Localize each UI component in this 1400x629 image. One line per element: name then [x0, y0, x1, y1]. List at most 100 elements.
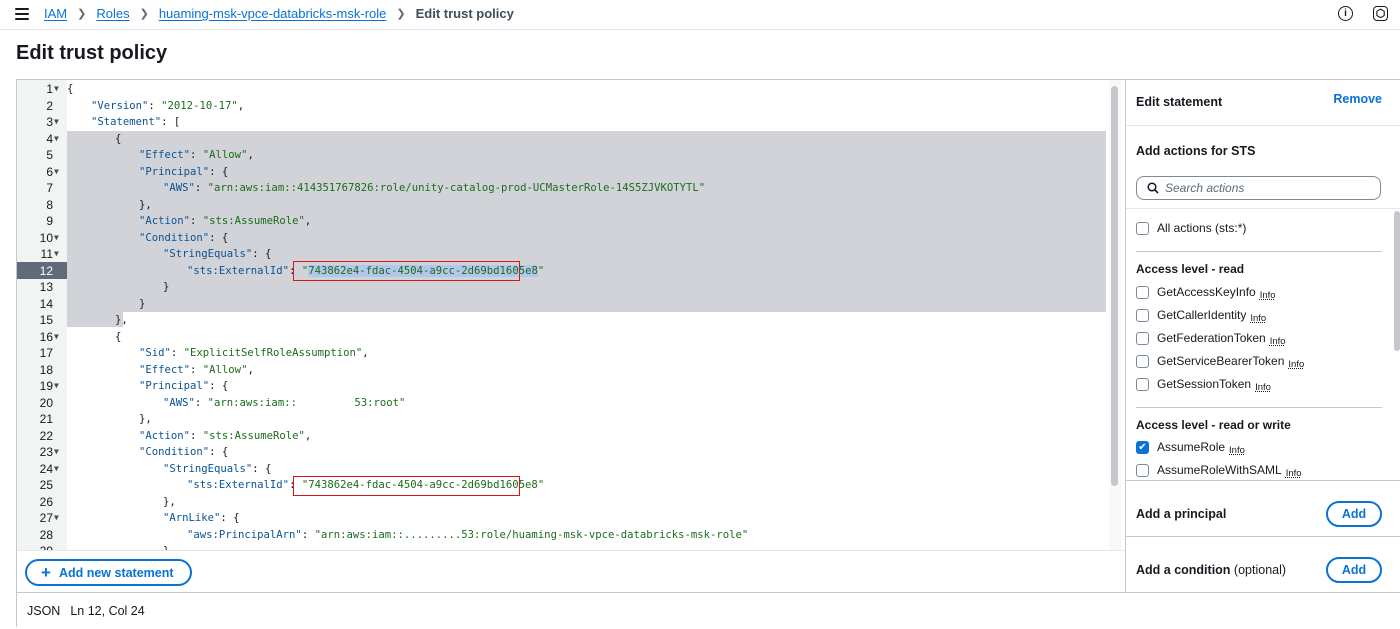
action-label: GetSessionToken	[1157, 377, 1252, 391]
checkbox[interactable]	[1136, 354, 1149, 368]
code-line[interactable]: 4 ▼ {	[17, 131, 1107, 148]
add-new-statement-label: Add new statement	[58, 565, 174, 580]
line-number: 5	[46, 148, 53, 162]
remove-statement-button[interactable]: Remove	[1333, 92, 1382, 106]
chevron-right-icon: ❯	[396, 8, 406, 20]
fold-arrow-icon[interactable]: ▼	[54, 444, 59, 461]
code-text: },	[139, 411, 152, 428]
code-line[interactable]: 10 ▼ "Condition": {	[17, 230, 1107, 247]
fold-arrow-icon[interactable]: ▼	[54, 131, 59, 148]
code-line[interactable]: 11 ▼ "StringEquals": {	[17, 246, 1107, 263]
search-actions-box[interactable]	[1136, 176, 1381, 200]
fold-arrow-icon[interactable]: ▼	[54, 114, 59, 131]
code-line[interactable]: 7 "AWS": "arn:aws:iam::414351767826:role/…	[17, 180, 1107, 197]
fold-arrow-icon[interactable]: ▼	[54, 461, 59, 478]
line-number: 22	[39, 428, 53, 443]
json-key: "sts:ExternalId"	[187, 479, 290, 491]
code-line[interactable]: 19 ▼ "Principal": {	[17, 378, 1107, 395]
breadcrumb-role-link[interactable]: huaming-msk-vpce-databricks-msk-role	[159, 6, 387, 21]
settings-icon[interactable]: ⬡	[1373, 6, 1388, 21]
code-line[interactable]: 12 "sts:ExternalId": "743862e4-fdac-4504-…	[17, 263, 1107, 280]
editor-scrollbar-thumb[interactable]	[1111, 86, 1118, 486]
json-key: "sts:ExternalId"	[187, 264, 290, 277]
code-line[interactable]: 6 ▼ "Principal": {	[17, 164, 1107, 181]
json-code-editor[interactable]: 1 ▼{2 "Version": "2012-10-17", 3 ▼ "Statement…	[17, 80, 1125, 550]
json-punctuation: },	[139, 413, 152, 425]
info-link[interactable]: Info	[1250, 313, 1266, 324]
checkbox[interactable]	[1136, 221, 1149, 235]
fold-arrow-icon[interactable]: ▼	[54, 378, 59, 395]
fold-arrow-icon[interactable]: ▼	[54, 246, 59, 263]
checkbox[interactable]	[1136, 377, 1149, 391]
code-line[interactable]: 24 ▼ "StringEquals": {	[17, 461, 1107, 478]
code-line[interactable]: 5 "Effect": "Allow",	[17, 147, 1107, 164]
add-principal-label: Add a principal	[1136, 507, 1227, 521]
action-item[interactable]: GetSessionToken Info	[1136, 377, 1271, 393]
code-line[interactable]: 8},	[17, 197, 1107, 214]
info-link[interactable]: Info	[1270, 336, 1286, 347]
code-line[interactable]: 15},	[17, 312, 1107, 329]
actions-list-scrollbar[interactable]	[1394, 211, 1400, 351]
action-all[interactable]: All actions (sts:*)	[1136, 221, 1246, 235]
add-new-statement-button[interactable]: + Add new statement	[25, 559, 192, 586]
fold-arrow-icon[interactable]: ▼	[54, 164, 59, 181]
add-principal-button[interactable]: Add	[1326, 501, 1382, 527]
code-text: {	[67, 81, 73, 98]
panel-header: Edit statement Remove	[1126, 80, 1400, 126]
code-line[interactable]: 2 "Version": "2012-10-17",	[17, 98, 1107, 115]
code-line[interactable]: 26},	[17, 494, 1107, 511]
actions-list[interactable]: All actions (sts:*) Access level - read …	[1126, 208, 1400, 480]
policy-editor-frame: 1 ▼{2 "Version": "2012-10-17", 3 ▼ "Statement…	[16, 79, 1400, 628]
fold-arrow-icon[interactable]: ▼	[54, 510, 59, 527]
checkbox-checked[interactable]: ✔	[1136, 440, 1149, 454]
json-key: "ArnLike"	[163, 512, 221, 524]
add-principal-section: Add a principal Add	[1126, 480, 1400, 536]
fold-arrow-icon[interactable]: ▼	[54, 81, 59, 98]
info-icon[interactable]: i	[1338, 6, 1353, 21]
fold-arrow-icon[interactable]: ▼	[54, 329, 59, 346]
action-item[interactable]: AssumeRoleWithSAML Info	[1136, 463, 1302, 479]
info-link[interactable]: Info	[1260, 290, 1276, 301]
code-line[interactable]: 27 ▼ "ArnLike": {	[17, 510, 1107, 527]
json-key: "StringEquals"	[163, 462, 253, 475]
action-item[interactable]: GetFederationToken Info	[1136, 331, 1286, 347]
info-link[interactable]: Info	[1288, 359, 1304, 370]
code-line[interactable]: 1 ▼ {	[17, 81, 1107, 98]
action-item[interactable]: GetAccessKeyInfo Info	[1136, 285, 1276, 301]
code-line[interactable]: 22 "Action": "sts:AssumeRole",	[17, 428, 1107, 445]
info-link[interactable]: Info	[1286, 468, 1302, 479]
info-link[interactable]: Info	[1255, 382, 1271, 393]
code-line[interactable]: 21},	[17, 411, 1107, 428]
code-text: "StringEquals": {	[163, 246, 271, 263]
code-line[interactable]: 18 "Effect": "Allow",	[17, 362, 1107, 379]
checkbox[interactable]	[1136, 463, 1149, 477]
code-line[interactable]: 13}	[17, 279, 1107, 296]
menu-icon[interactable]	[15, 8, 29, 20]
json-punctuation: :	[190, 215, 203, 227]
info-link[interactable]: Info	[1229, 445, 1245, 456]
code-line[interactable]: 23 ▼ "Condition": {	[17, 444, 1107, 461]
fold-arrow-icon[interactable]: ▼	[54, 230, 59, 247]
action-all-label: All actions (sts:*)	[1157, 221, 1247, 235]
code-line[interactable]: 20 "AWS": "arn:aws:iam:: 53:root"	[17, 395, 1107, 412]
add-condition-button[interactable]: Add	[1326, 557, 1382, 583]
code-line[interactable]: 17 "Sid": "ExplicitSelfRoleAssumption",	[17, 345, 1107, 362]
breadcrumb-iam-link[interactable]: IAM	[44, 6, 67, 21]
code-line[interactable]: 9 "Action": "sts:AssumeRole",	[17, 213, 1107, 230]
json-punctuation: ,	[304, 429, 312, 442]
search-actions-input[interactable]	[1165, 181, 1365, 195]
code-line[interactable]: 25 "sts:ExternalId": "743862e4-fdac-4504-…	[17, 477, 1107, 494]
checkbox[interactable]	[1136, 308, 1149, 322]
checkbox[interactable]	[1136, 331, 1149, 345]
code-line[interactable]: 14}	[17, 296, 1107, 313]
action-item[interactable]: GetCallerIdentity Info	[1136, 308, 1266, 324]
code-line[interactable]: 16 ▼ {	[17, 329, 1107, 346]
action-item[interactable]: GetServiceBearerToken Info	[1136, 354, 1304, 370]
code-line[interactable]: 29}	[17, 543, 1107, 550]
code-line[interactable]: 28 "aws:PrincipalArn": "arn:aws:iam::....…	[17, 527, 1107, 544]
action-item[interactable]: ✔ AssumeRole Info	[1136, 440, 1245, 456]
breadcrumb-roles-link[interactable]: Roles	[96, 6, 129, 21]
checkbox[interactable]	[1136, 285, 1149, 299]
code-text: }	[163, 543, 169, 550]
code-line[interactable]: 3 ▼ "Statement": [	[17, 114, 1107, 131]
